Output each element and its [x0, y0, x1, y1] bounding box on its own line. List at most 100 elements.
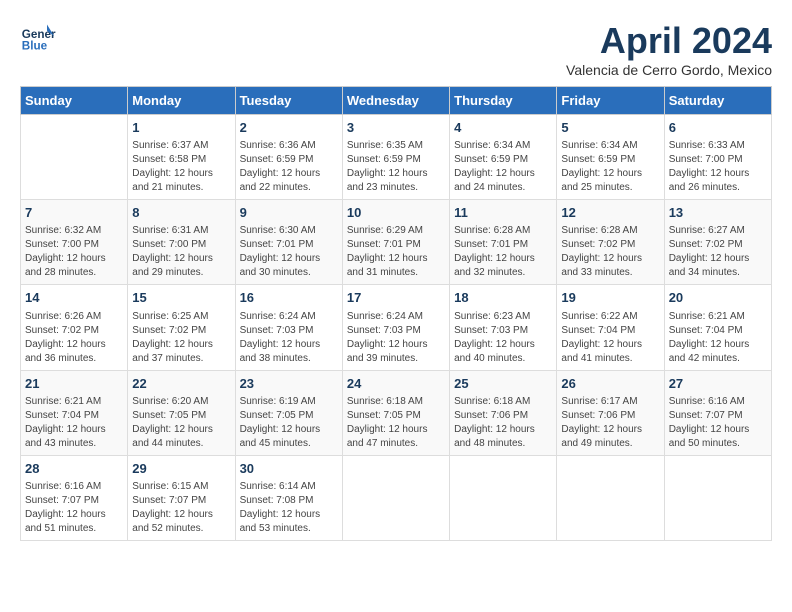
- day-info: Sunrise: 6:21 AM Sunset: 7:04 PM Dayligh…: [25, 395, 123, 451]
- logo-icon: General Blue: [20, 20, 56, 56]
- day-number: 21: [25, 375, 123, 393]
- calendar-cell: 21 Sunrise: 6:21 AM Sunset: 7:04 PM Dayli…: [21, 370, 128, 455]
- day-number: 27: [669, 375, 767, 393]
- calendar-cell: [664, 455, 771, 540]
- day-info: Sunrise: 6:20 AM Sunset: 7:05 PM Dayligh…: [132, 395, 230, 451]
- svg-text:Blue: Blue: [22, 40, 48, 53]
- day-info: Sunrise: 6:31 AM Sunset: 7:00 PM Dayligh…: [132, 224, 230, 280]
- day-info: Sunrise: 6:28 AM Sunset: 7:02 PM Dayligh…: [561, 224, 659, 280]
- week-row-4: 21 Sunrise: 6:21 AM Sunset: 7:04 PM Dayli…: [21, 370, 772, 455]
- logo: General Blue: [20, 20, 60, 56]
- day-info: Sunrise: 6:34 AM Sunset: 6:59 PM Dayligh…: [561, 139, 659, 195]
- day-number: 14: [25, 289, 123, 307]
- calendar-cell: 14 Sunrise: 6:26 AM Sunset: 7:02 PM Dayli…: [21, 285, 128, 370]
- day-number: 29: [132, 460, 230, 478]
- day-number: 26: [561, 375, 659, 393]
- calendar-cell: 16 Sunrise: 6:24 AM Sunset: 7:03 PM Dayli…: [235, 285, 342, 370]
- calendar-cell: 7Sunrise: 6:32 AM Sunset: 7:00 PM Daylig…: [21, 200, 128, 285]
- calendar-cell: 12 Sunrise: 6:28 AM Sunset: 7:02 PM Dayli…: [557, 200, 664, 285]
- calendar-cell: 26 Sunrise: 6:17 AM Sunset: 7:06 PM Dayli…: [557, 370, 664, 455]
- day-number: 7: [25, 204, 123, 222]
- day-number: 10: [347, 204, 445, 222]
- calendar-cell: [342, 455, 449, 540]
- day-info: Sunrise: 6:24 AM Sunset: 7:03 PM Dayligh…: [240, 310, 338, 366]
- calendar-cell: 11Sunrise: 6:28 AM Sunset: 7:01 PM Dayli…: [450, 200, 557, 285]
- title-section: April 2024 Valencia de Cerro Gordo, Mexi…: [566, 20, 772, 78]
- calendar-cell: 19 Sunrise: 6:22 AM Sunset: 7:04 PM Dayli…: [557, 285, 664, 370]
- day-number: 15: [132, 289, 230, 307]
- day-info: Sunrise: 6:17 AM Sunset: 7:06 PM Dayligh…: [561, 395, 659, 451]
- day-header-wednesday: Wednesday: [342, 87, 449, 115]
- day-number: 22: [132, 375, 230, 393]
- page-header: General Blue April 2024 Valencia de Cerr…: [20, 20, 772, 78]
- day-header-friday: Friday: [557, 87, 664, 115]
- day-number: 2: [240, 119, 338, 137]
- day-info: Sunrise: 6:27 AM Sunset: 7:02 PM Dayligh…: [669, 224, 767, 280]
- day-info: Sunrise: 6:24 AM Sunset: 7:03 PM Dayligh…: [347, 310, 445, 366]
- calendar-cell: 4Sunrise: 6:34 AM Sunset: 6:59 PM Daylig…: [450, 115, 557, 200]
- day-info: Sunrise: 6:28 AM Sunset: 7:01 PM Dayligh…: [454, 224, 552, 280]
- day-number: 6: [669, 119, 767, 137]
- day-info: Sunrise: 6:19 AM Sunset: 7:05 PM Dayligh…: [240, 395, 338, 451]
- calendar-cell: 18Sunrise: 6:23 AM Sunset: 7:03 PM Dayli…: [450, 285, 557, 370]
- day-header-tuesday: Tuesday: [235, 87, 342, 115]
- day-number: 3: [347, 119, 445, 137]
- day-number: 5: [561, 119, 659, 137]
- header-row: SundayMondayTuesdayWednesdayThursdayFrid…: [21, 87, 772, 115]
- day-header-sunday: Sunday: [21, 87, 128, 115]
- calendar-cell: 23 Sunrise: 6:19 AM Sunset: 7:05 PM Dayli…: [235, 370, 342, 455]
- day-number: 13: [669, 204, 767, 222]
- calendar-cell: [21, 115, 128, 200]
- day-number: 4: [454, 119, 552, 137]
- calendar-table: SundayMondayTuesdayWednesdayThursdayFrid…: [20, 86, 772, 541]
- calendar-cell: 5 Sunrise: 6:34 AM Sunset: 6:59 PM Daylig…: [557, 115, 664, 200]
- day-number: 8: [132, 204, 230, 222]
- day-info: Sunrise: 6:16 AM Sunset: 7:07 PM Dayligh…: [669, 395, 767, 451]
- calendar-cell: 27 Sunrise: 6:16 AM Sunset: 7:07 PM Dayli…: [664, 370, 771, 455]
- calendar-cell: 2Sunrise: 6:36 AM Sunset: 6:59 PM Daylig…: [235, 115, 342, 200]
- calendar-cell: 24Sunrise: 6:18 AM Sunset: 7:05 PM Dayli…: [342, 370, 449, 455]
- calendar-cell: 28Sunrise: 6:16 AM Sunset: 7:07 PM Dayli…: [21, 455, 128, 540]
- day-number: 20: [669, 289, 767, 307]
- day-header-thursday: Thursday: [450, 87, 557, 115]
- day-number: 1: [132, 119, 230, 137]
- calendar-cell: 9Sunrise: 6:30 AM Sunset: 7:01 PM Daylig…: [235, 200, 342, 285]
- day-info: Sunrise: 6:25 AM Sunset: 7:02 PM Dayligh…: [132, 310, 230, 366]
- day-number: 17: [347, 289, 445, 307]
- day-number: 12: [561, 204, 659, 222]
- day-header-saturday: Saturday: [664, 87, 771, 115]
- calendar-cell: 29 Sunrise: 6:15 AM Sunset: 7:07 PM Dayli…: [128, 455, 235, 540]
- day-info: Sunrise: 6:35 AM Sunset: 6:59 PM Dayligh…: [347, 139, 445, 195]
- calendar-cell: 25 Sunrise: 6:18 AM Sunset: 7:06 PM Dayli…: [450, 370, 557, 455]
- day-info: Sunrise: 6:22 AM Sunset: 7:04 PM Dayligh…: [561, 310, 659, 366]
- month-title: April 2024: [566, 20, 772, 62]
- day-info: Sunrise: 6:14 AM Sunset: 7:08 PM Dayligh…: [240, 480, 338, 536]
- calendar-cell: 3 Sunrise: 6:35 AM Sunset: 6:59 PM Daylig…: [342, 115, 449, 200]
- day-number: 9: [240, 204, 338, 222]
- day-number: 18: [454, 289, 552, 307]
- day-info: Sunrise: 6:37 AM Sunset: 6:58 PM Dayligh…: [132, 139, 230, 195]
- calendar-cell: 15 Sunrise: 6:25 AM Sunset: 7:02 PM Dayli…: [128, 285, 235, 370]
- day-number: 28: [25, 460, 123, 478]
- day-number: 25: [454, 375, 552, 393]
- calendar-cell: [557, 455, 664, 540]
- day-number: 23: [240, 375, 338, 393]
- day-header-monday: Monday: [128, 87, 235, 115]
- week-row-1: 1 Sunrise: 6:37 AM Sunset: 6:58 PM Daylig…: [21, 115, 772, 200]
- calendar-cell: 22 Sunrise: 6:20 AM Sunset: 7:05 PM Dayli…: [128, 370, 235, 455]
- day-number: 19: [561, 289, 659, 307]
- calendar-cell: 8 Sunrise: 6:31 AM Sunset: 7:00 PM Daylig…: [128, 200, 235, 285]
- location-subtitle: Valencia de Cerro Gordo, Mexico: [566, 62, 772, 78]
- calendar-cell: 13 Sunrise: 6:27 AM Sunset: 7:02 PM Dayli…: [664, 200, 771, 285]
- day-info: Sunrise: 6:29 AM Sunset: 7:01 PM Dayligh…: [347, 224, 445, 280]
- day-info: Sunrise: 6:18 AM Sunset: 7:06 PM Dayligh…: [454, 395, 552, 451]
- calendar-cell: 17 Sunrise: 6:24 AM Sunset: 7:03 PM Dayli…: [342, 285, 449, 370]
- calendar-cell: 30Sunrise: 6:14 AM Sunset: 7:08 PM Dayli…: [235, 455, 342, 540]
- day-info: Sunrise: 6:26 AM Sunset: 7:02 PM Dayligh…: [25, 310, 123, 366]
- calendar-cell: 1 Sunrise: 6:37 AM Sunset: 6:58 PM Daylig…: [128, 115, 235, 200]
- day-number: 16: [240, 289, 338, 307]
- week-row-2: 7Sunrise: 6:32 AM Sunset: 7:00 PM Daylig…: [21, 200, 772, 285]
- day-info: Sunrise: 6:18 AM Sunset: 7:05 PM Dayligh…: [347, 395, 445, 451]
- day-info: Sunrise: 6:21 AM Sunset: 7:04 PM Dayligh…: [669, 310, 767, 366]
- day-info: Sunrise: 6:15 AM Sunset: 7:07 PM Dayligh…: [132, 480, 230, 536]
